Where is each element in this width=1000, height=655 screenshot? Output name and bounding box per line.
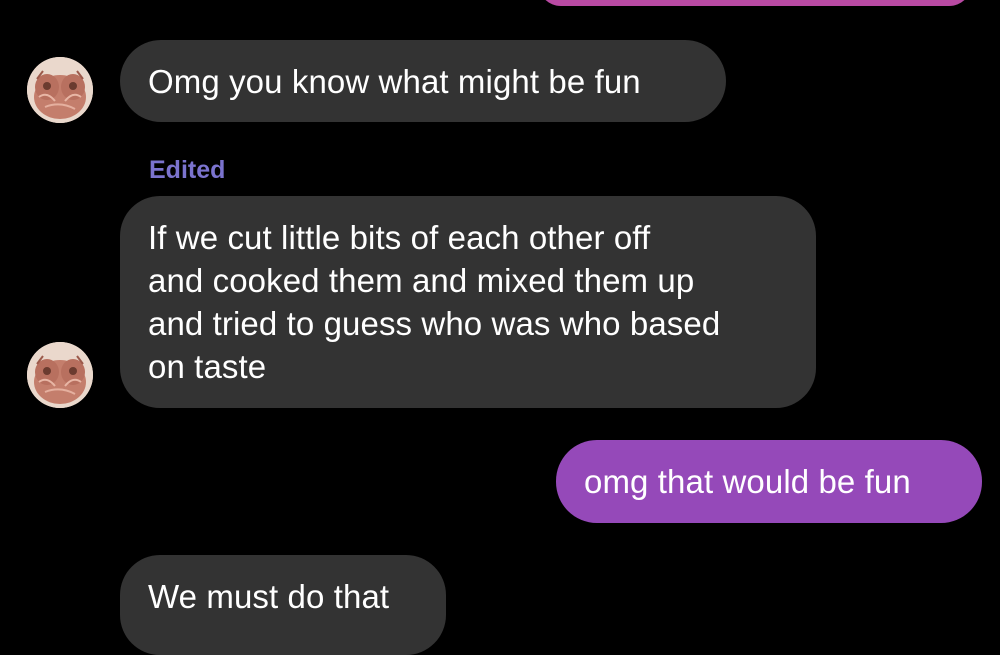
incoming-message-bubble[interactable]: If we cut little bits of each other off … xyxy=(120,196,816,408)
outgoing-message-bubble-partial[interactable] xyxy=(538,0,972,6)
outgoing-message-bubble[interactable]: omg that would be fun xyxy=(556,440,982,523)
owl-avatar-icon xyxy=(27,342,93,408)
incoming-message-bubble[interactable]: Omg you know what might be fun xyxy=(120,40,726,122)
owl-avatar-icon xyxy=(27,57,93,123)
edited-label: Edited xyxy=(149,156,226,184)
sender-avatar[interactable] xyxy=(27,342,93,408)
incoming-message-bubble[interactable]: We must do that xyxy=(120,555,446,655)
sender-avatar[interactable] xyxy=(27,57,93,123)
